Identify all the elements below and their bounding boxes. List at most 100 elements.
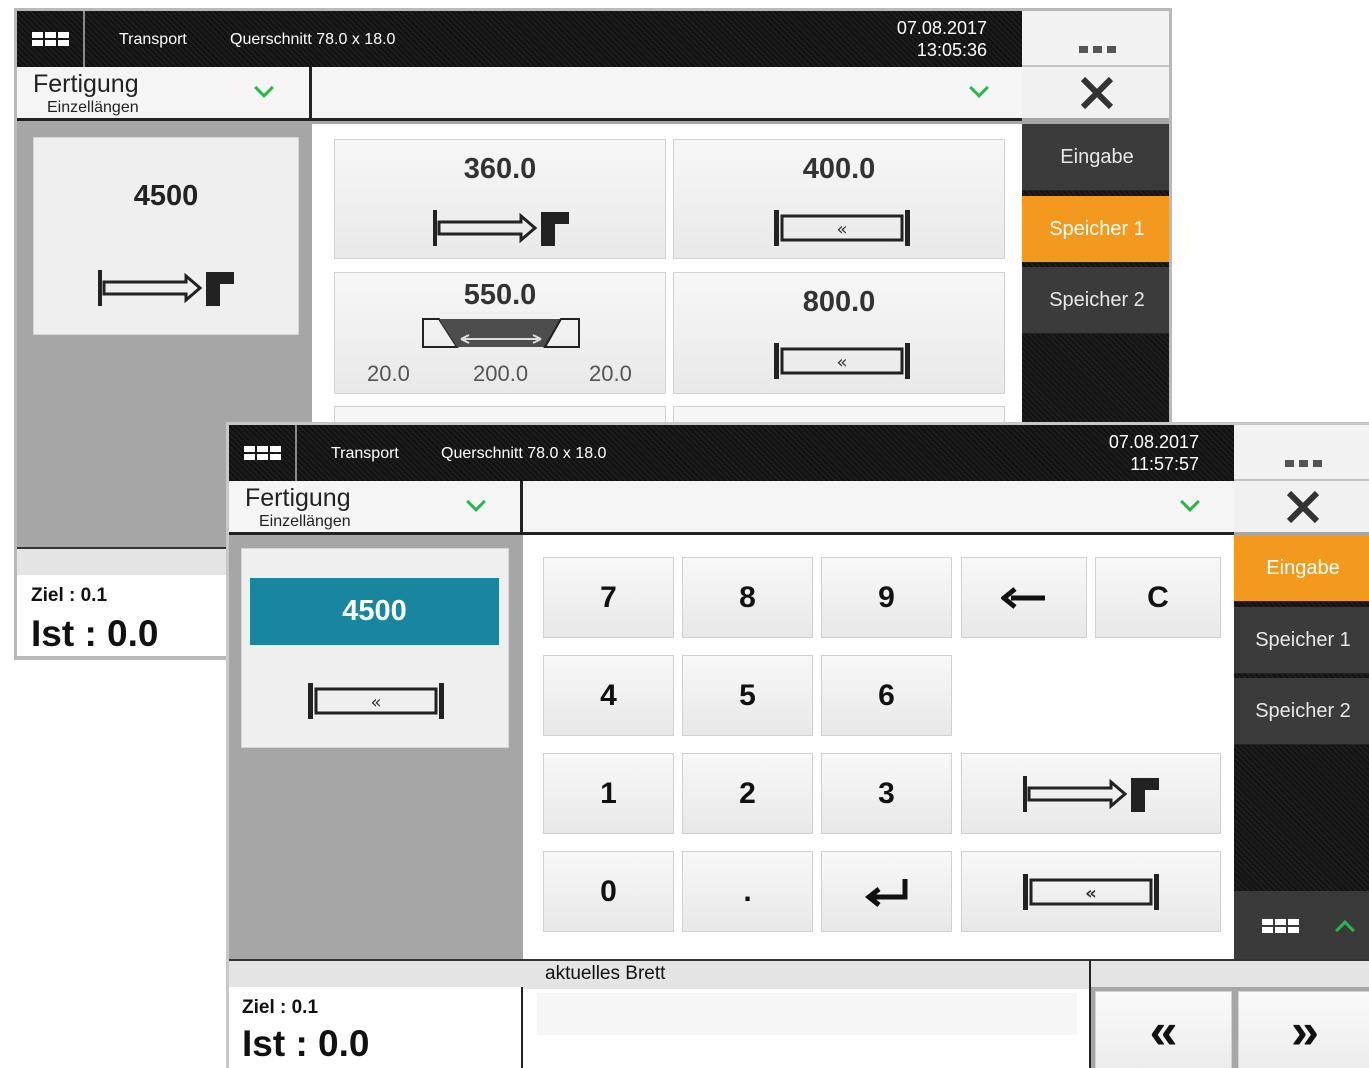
close-icon (1286, 490, 1320, 523)
key-5[interactable]: 5 (682, 655, 813, 736)
actual-value: Ist : 0.0 (31, 613, 159, 654)
selector-bar: Fertigung Einzellängen (229, 481, 1234, 535)
section-label: Transport (119, 31, 187, 48)
status-panel: Ziel : 0.1 Ist : 0.0 (229, 987, 523, 1068)
chevron-down-icon (969, 78, 989, 98)
backspace-button[interactable] (961, 557, 1087, 638)
tab-eingabe[interactable]: Eingabe (1022, 124, 1169, 191)
next-board-button[interactable]: » (1238, 991, 1369, 1068)
keypad-area: 7 8 9 C 4 5 6 1 2 3 0 . « (523, 535, 1234, 962)
current-board-panel: aktuelles Brett (523, 959, 1091, 1068)
tile-sub-right: 20.0 (589, 361, 632, 386)
target-value: Ziel : 0.1 (31, 585, 108, 606)
tile-value: 360.0 (463, 153, 537, 185)
program-dropdown[interactable] (523, 481, 1234, 532)
push-to-stop-icon (98, 270, 234, 306)
tab-speicher-1[interactable]: Speicher 1 (1022, 196, 1169, 263)
mode-center-button[interactable]: « (961, 851, 1221, 932)
push-to-stop-icon (433, 210, 569, 246)
key-6[interactable]: 6 (821, 655, 952, 736)
length-input[interactable]: 4500 (250, 578, 499, 645)
time-text: 11:57:57 (1130, 454, 1199, 474)
key-2[interactable]: 2 (682, 753, 813, 834)
prev-board-button[interactable]: « (1095, 991, 1232, 1068)
keyboard-icon[interactable] (1262, 919, 1299, 933)
key-dot[interactable]: . (682, 851, 813, 932)
svg-text:«: « (836, 352, 847, 373)
enter-button[interactable] (821, 851, 952, 932)
status-header (229, 959, 523, 987)
program-dropdown[interactable] (312, 67, 1022, 118)
svg-text:«: « (1085, 883, 1097, 904)
memory-sidebar: Eingabe Speicher 1 Speicher 2 (1234, 535, 1369, 962)
close-button[interactable] (1022, 67, 1169, 118)
tile-1[interactable]: 360.0 (334, 139, 666, 259)
enter-icon (864, 878, 907, 907)
date-text: 07.08.2017 (896, 18, 987, 38)
close-button[interactable] (1234, 481, 1369, 532)
section-label: Transport (331, 445, 399, 462)
current-length: 4500 (133, 180, 199, 212)
centered-cut-icon: « (774, 210, 910, 246)
current-piece-card[interactable]: 4500 (33, 137, 299, 335)
current-board-label: aktuelles Brett (545, 963, 666, 984)
tile-sub-left: 20.0 (367, 361, 410, 386)
top-bar: Transport Querschnitt 78.0 x 18.0 07.08.… (229, 425, 1234, 481)
input-card: 4500 « (241, 548, 509, 748)
svg-text:«: « (370, 692, 381, 713)
centered-cut-icon: « (1023, 873, 1159, 910)
key-8[interactable]: 8 (682, 557, 813, 638)
target-value: Ziel : 0.1 (242, 997, 319, 1018)
datetime: 07.08.2017 11:57:57 (1029, 431, 1199, 475)
dots-icon (1284, 460, 1322, 467)
cross-section-label: Querschnitt 78.0 x 18.0 (230, 31, 396, 48)
tile-4[interactable]: 800.0 « (673, 272, 1005, 394)
key-3[interactable]: 3 (821, 753, 952, 834)
top-bar: Transport Querschnitt 78.0 x 18.0 07.08.… (17, 11, 1022, 67)
tile-sub-mid: 200.0 (473, 361, 529, 386)
push-to-stop-icon (1023, 775, 1159, 812)
mode-subtitle: Einzellängen (47, 99, 139, 116)
clear-button[interactable]: C (1095, 557, 1221, 638)
selector-bar: Fertigung Einzellängen (17, 67, 1022, 121)
tile-2[interactable]: 400.0 « (673, 139, 1005, 259)
centered-cut-icon: « (774, 343, 910, 379)
mode-stop-button[interactable] (961, 753, 1221, 834)
menu-button[interactable] (17, 11, 85, 67)
datetime: 07.08.2017 13:05:36 (817, 17, 987, 61)
key-1[interactable]: 1 (543, 753, 674, 834)
key-9[interactable]: 9 (821, 557, 952, 638)
key-0[interactable]: 0 (543, 851, 674, 932)
current-board-display (537, 993, 1077, 1035)
dots-icon (1078, 46, 1116, 53)
key-4[interactable]: 4 (543, 655, 674, 736)
mode-dropdown[interactable]: Fertigung Einzellängen (229, 481, 523, 532)
menu-button[interactable] (229, 425, 297, 481)
sidebar-footer (1234, 891, 1369, 962)
chevron-up-icon[interactable] (1335, 920, 1355, 940)
tab-speicher-2[interactable]: Speicher 2 (1234, 678, 1369, 745)
centered-cut-icon: « (308, 683, 444, 719)
tile-3[interactable]: 550.0 20.0 200.0 20.0 (334, 272, 666, 394)
close-icon (1080, 76, 1114, 109)
grid-icon (31, 32, 69, 46)
tile-value: 800.0 (802, 286, 876, 318)
chevron-down-icon (466, 492, 486, 512)
tab-speicher-2[interactable]: Speicher 2 (1022, 267, 1169, 334)
tab-eingabe[interactable]: Eingabe (1234, 535, 1369, 602)
mode-dropdown[interactable]: Fertigung Einzellängen (17, 67, 312, 118)
more-button[interactable] (1022, 11, 1169, 67)
chevron-down-icon (254, 78, 274, 98)
cross-section-label: Querschnitt 78.0 x 18.0 (441, 445, 607, 462)
front-window: Transport Querschnitt 78.0 x 18.0 07.08.… (226, 422, 1369, 1068)
svg-text:«: « (836, 219, 847, 240)
nav-header (1091, 959, 1369, 987)
tile-value: 550.0 (463, 279, 537, 311)
tile-value: 400.0 (802, 153, 876, 185)
tab-speicher-1[interactable]: Speicher 1 (1234, 607, 1369, 674)
grid-icon (243, 446, 281, 460)
mode-title: Fertigung (245, 484, 351, 512)
more-button[interactable] (1234, 425, 1369, 481)
key-7[interactable]: 7 (543, 557, 674, 638)
mode-subtitle: Einzellängen (259, 513, 351, 530)
